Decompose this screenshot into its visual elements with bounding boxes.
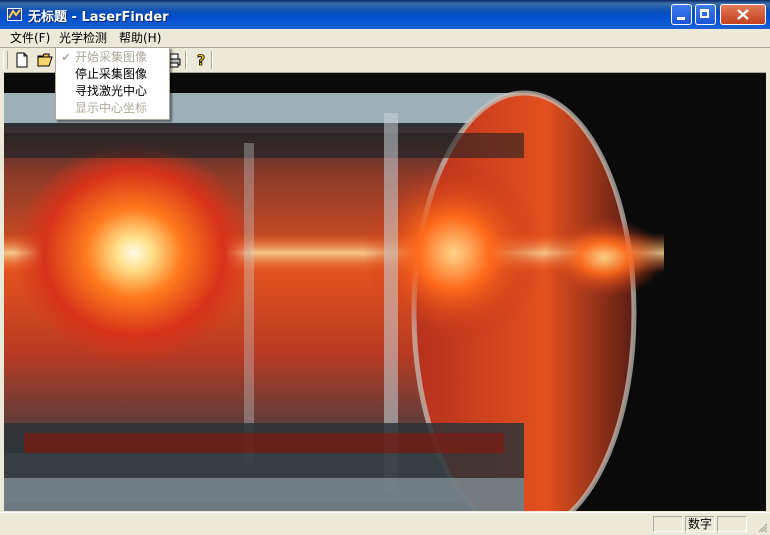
menu-file[interactable]: 文件(F) (6, 29, 54, 47)
close-icon (737, 9, 749, 20)
menu-item-label: 寻找激光中心 (75, 84, 148, 98)
status-pane-scroll (717, 516, 747, 532)
toolbar-divider (185, 51, 187, 69)
app-window: 无标题 - LaserFinder 文件(F) 光学检测 帮助(H) ? ✔ 开… (0, 0, 770, 535)
camera-image-view[interactable] (4, 72, 766, 511)
menu-bar: 文件(F) 光学检测 帮助(H) (0, 29, 770, 47)
minimize-button[interactable] (671, 4, 692, 25)
close-button[interactable] (720, 4, 766, 25)
open-icon[interactable] (36, 51, 56, 69)
app-icon (7, 8, 22, 21)
optical-detection-menu: ✔ 开始采集图像 停止采集图像 寻找激光中心 显示中心坐标 (55, 47, 170, 120)
check-icon: ✔ (61, 51, 71, 64)
status-pane-numlock: 数字 (685, 516, 715, 532)
minimize-icon (677, 17, 685, 20)
menu-stop-capture[interactable]: 停止采集图像 (57, 66, 168, 83)
new-icon[interactable] (12, 51, 32, 69)
menu-optical-detection[interactable]: 光学检测 (55, 29, 112, 47)
maximize-button[interactable] (695, 4, 716, 25)
toolbar-divider (211, 51, 213, 69)
status-bar: 数字 (0, 512, 770, 535)
menu-item-label: 显示中心坐标 (75, 101, 148, 115)
window-title: 无标题 - LaserFinder (28, 10, 169, 25)
menu-find-laser-center[interactable]: 寻找激光中心 (57, 83, 168, 100)
svg-text:?: ? (197, 53, 205, 69)
menu-item-label: 停止采集图像 (75, 67, 148, 81)
status-pane-caps (653, 516, 683, 532)
help-icon[interactable]: ? (191, 51, 211, 69)
menu-start-capture[interactable]: ✔ 开始采集图像 (57, 49, 168, 66)
toolbar-grip[interactable] (3, 51, 8, 69)
menu-help[interactable]: 帮助(H) (115, 29, 165, 47)
resize-grip-icon[interactable] (756, 521, 768, 533)
maximize-icon (700, 9, 709, 18)
menu-item-label: 开始采集图像 (75, 50, 148, 64)
laser-image (4, 73, 766, 511)
title-bar[interactable]: 无标题 - LaserFinder (0, 0, 770, 29)
menu-show-center-coords[interactable]: 显示中心坐标 (57, 100, 168, 117)
